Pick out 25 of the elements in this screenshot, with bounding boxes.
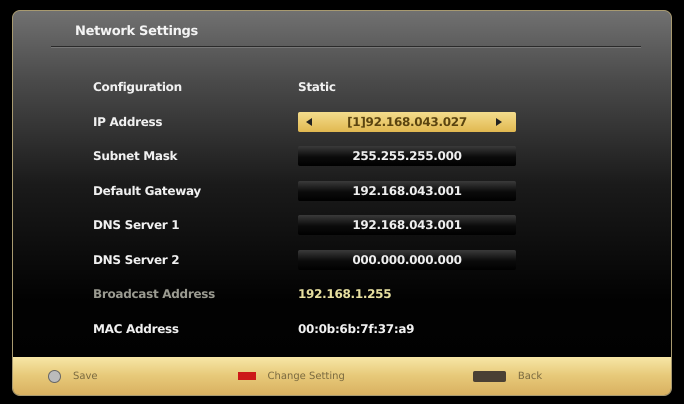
hint-label: Save xyxy=(73,370,98,382)
hint-label: Back xyxy=(518,370,542,382)
colored-key-icon xyxy=(238,372,256,380)
right-arrow-icon[interactable] xyxy=(496,118,502,126)
setting-value: 00:0b:6b:7f:37:a9 xyxy=(298,322,414,336)
setting-label: DNS Server 1 xyxy=(93,218,180,232)
return-key-icon xyxy=(472,370,506,382)
setting-label: Subnet Mask xyxy=(93,149,178,164)
setting-label: IP Address xyxy=(93,114,164,129)
setting-value: Static xyxy=(298,80,336,94)
setting-label: Broadcast Address xyxy=(93,287,216,302)
hint-label: Change Setting xyxy=(268,370,345,382)
setting-label: Configuration xyxy=(93,80,183,94)
left-arrow-icon[interactable] xyxy=(306,118,312,126)
window-title: Network Settings xyxy=(75,24,199,39)
ok-key-icon xyxy=(48,370,61,382)
value-field[interactable]: 192.168.043.001 xyxy=(298,180,516,201)
setting-value: 192.168.1.255 xyxy=(298,287,392,302)
value-field[interactable]: [1]92.168.043.027 xyxy=(298,112,516,132)
value-field[interactable]: 000.000.000.000 xyxy=(298,250,516,270)
value-field[interactable]: 192.168.043.001 xyxy=(298,215,516,236)
value-field[interactable]: 255.255.255.000 xyxy=(298,146,516,166)
setting-label: Default Gateway xyxy=(93,184,202,198)
setting-label: DNS Server 2 xyxy=(93,252,180,267)
setting-label: MAC Address xyxy=(93,322,180,336)
